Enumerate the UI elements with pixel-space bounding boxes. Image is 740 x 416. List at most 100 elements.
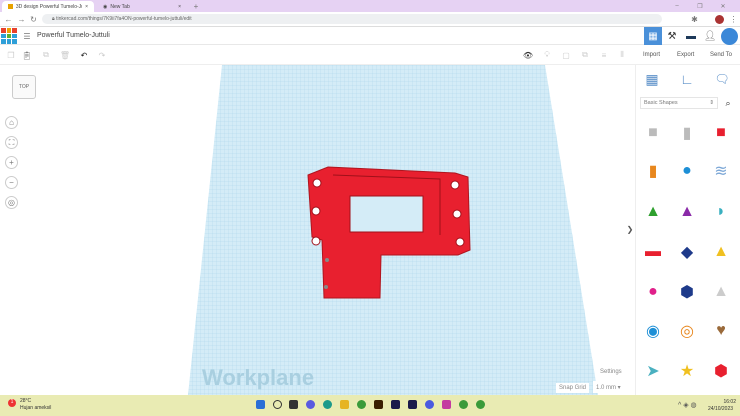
close-tab-icon[interactable]: × — [85, 4, 88, 10]
forward-icon[interactable]: → — [17, 15, 26, 24]
codeblocks-pickaxe-icon[interactable]: ⚒ — [666, 30, 678, 42]
clock-date[interactable]: 24/10/2023 — [708, 406, 733, 412]
shape-wedge-icon[interactable]: ▲ — [710, 281, 732, 303]
tab-label: 3D design Powerful Tumelo-Jutt... — [15, 3, 82, 10]
address-bar-row: ← → ↻ 🔒︎ tinkercad.com/things/7K9ii7fa4O… — [0, 12, 740, 27]
weather-temp[interactable]: 28°C — [20, 398, 31, 404]
premiere-icon[interactable] — [391, 400, 400, 409]
zoom-in-icon[interactable]: + — [5, 156, 18, 169]
tab-new-tab[interactable]: ◉ New Tab × — [97, 1, 187, 12]
search-shapes-icon[interactable]: ⌕ — [722, 97, 734, 109]
chrome-icon[interactable] — [357, 400, 366, 409]
vpn-icon[interactable] — [425, 400, 434, 409]
delete-icon[interactable]: 🗑︎ — [60, 50, 70, 60]
app-header: ☰ Powerful Tumelo-Juttuli ▦ ⚒ ▬ 👤︎ — [0, 27, 740, 45]
group-icon[interactable]: ▢ — [561, 50, 571, 60]
orthographic-icon[interactable]: ◎ — [5, 196, 18, 209]
align-icon[interactable]: ≡ — [599, 50, 609, 60]
shape-cylinder-hole-icon[interactable]: ▮ — [676, 122, 698, 144]
weather-text[interactable]: Hujan ameksil — [20, 405, 51, 411]
clock-time[interactable]: 16:02 — [712, 399, 736, 405]
user-avatar[interactable] — [721, 28, 738, 45]
tinkercad-favicon-icon — [8, 4, 13, 9]
home-view-icon[interactable]: ⌂ — [5, 116, 18, 129]
after-effects-icon[interactable] — [408, 400, 417, 409]
edge-icon[interactable] — [323, 400, 332, 409]
shape-cylinder-icon[interactable]: ▮ — [642, 160, 664, 182]
shape-fish-icon[interactable]: ➤ — [642, 360, 664, 382]
shape-roof-icon[interactable]: ▲ — [642, 201, 664, 223]
shape-sphere-icon[interactable]: ● — [676, 160, 698, 182]
shape-heart-rock-icon[interactable]: ♥ — [710, 320, 732, 342]
notes-tool-icon[interactable]: 🗨︎ — [713, 70, 731, 88]
menu-icon[interactable]: ⋮ — [729, 15, 738, 24]
export-button[interactable]: Export — [677, 52, 694, 58]
profile-avatar-icon[interactable] — [715, 15, 724, 24]
close-window-icon[interactable]: ✕ — [718, 1, 728, 11]
shape-round-roof-icon[interactable]: ◗ — [710, 201, 732, 223]
chat-icon[interactable] — [306, 400, 315, 409]
panel-collapse-chevron-icon[interactable]: ❯ — [626, 223, 634, 235]
chrome-active-icon[interactable] — [476, 400, 485, 409]
bricks-icon[interactable]: ▬ — [684, 30, 698, 42]
file-explorer-icon[interactable] — [340, 400, 349, 409]
shape-paraboloid-icon[interactable]: ● — [642, 281, 664, 303]
extensions-icon[interactable]: ✱ — [690, 15, 699, 24]
back-icon[interactable]: ← — [4, 15, 13, 24]
send-to-button[interactable]: Send To — [710, 52, 732, 58]
shape-category-select[interactable]: Basic Shapes ⇕ — [640, 97, 718, 109]
close-tab-icon[interactable]: × — [178, 4, 181, 10]
redo-icon[interactable]: ↷ — [97, 50, 107, 60]
design-list-icon[interactable]: ☰ — [22, 31, 32, 41]
ungroup-icon[interactable]: ⧉ — [580, 50, 590, 60]
3d-workspace[interactable]: TOP ⌂ ⛶ + − ◎ Workplane Settings Snap Gr… — [0, 65, 635, 395]
zoom-out-icon[interactable]: − — [5, 176, 18, 189]
shape-pyramid-icon[interactable]: ▲ — [710, 241, 732, 263]
shape-text-icon[interactable]: ▬ — [642, 241, 664, 263]
3d-view-grid-button[interactable]: ▦ — [644, 27, 662, 45]
search-icon[interactable] — [273, 400, 282, 409]
shape-scribble-icon[interactable]: ≋ — [710, 160, 732, 182]
settings-button[interactable]: Settings — [596, 367, 626, 377]
tray-chevron-icon[interactable]: ^ ◈ ◍ — [678, 401, 697, 409]
shape-tube-icon[interactable]: ◎ — [676, 320, 698, 342]
shape-polygon-icon[interactable]: ⬢ — [676, 281, 698, 303]
start-icon[interactable] — [256, 400, 265, 409]
shape-torus-icon[interactable]: ◉ — [642, 320, 664, 342]
shape-box-icon[interactable]: ■ — [710, 122, 732, 144]
ruler-tool-icon[interactable]: ∟ — [678, 70, 696, 88]
shape-cone-icon[interactable]: ▲ — [676, 201, 698, 223]
snap-grid-select[interactable]: 1.0 mm ▾ — [593, 381, 629, 393]
tinkercad-logo[interactable] — [1, 28, 17, 44]
url-text: tinkercad.com/things/7K9ii7fa4ON-powerfu… — [56, 16, 192, 22]
chrome-favicon-icon: ◉ — [103, 3, 108, 10]
url-input[interactable]: 🔒︎ tinkercad.com/things/7K9ii7fa4ON-powe… — [42, 14, 662, 24]
new-tab-plus-icon[interactable]: + — [191, 1, 201, 11]
copy-icon[interactable]: ❐ — [6, 50, 16, 60]
workplane-label: Workplane — [202, 365, 315, 390]
view-cube[interactable]: TOP — [12, 75, 36, 99]
fit-view-icon[interactable]: ⛶ — [5, 136, 18, 149]
restore-icon[interactable]: ❐ — [695, 1, 705, 11]
shape-box-hole-icon[interactable]: ■ — [642, 122, 664, 144]
import-button[interactable]: Import — [643, 52, 660, 58]
app-s-icon[interactable] — [442, 400, 451, 409]
shape-icosahedron-icon[interactable]: ⬢ — [710, 360, 732, 382]
design-title[interactable]: Powerful Tumelo-Juttuli — [37, 32, 110, 39]
duplicate-icon[interactable]: ⧉ — [41, 50, 51, 60]
chrome-profile-icon[interactable] — [459, 400, 468, 409]
undo-icon[interactable]: ↶ — [79, 50, 89, 60]
illustrator-icon[interactable] — [374, 400, 383, 409]
shape-half-sphere-icon[interactable]: ◆ — [676, 241, 698, 263]
minimize-icon[interactable]: – — [672, 1, 682, 11]
task-view-icon[interactable] — [289, 400, 298, 409]
mirror-icon[interactable]: ⫴ — [617, 50, 627, 60]
show-all-eye-icon[interactable]: 👁︎ — [523, 50, 533, 60]
note-bulb-icon[interactable]: 💡︎ — [542, 50, 552, 60]
user-settings-icon[interactable]: 👤︎ — [704, 30, 717, 42]
shape-star-icon[interactable]: ★ — [676, 360, 698, 382]
workplane-tool-icon[interactable]: ▦ — [643, 70, 661, 88]
reload-icon[interactable]: ↻ — [29, 15, 38, 24]
paste-icon[interactable]: 📋︎ — [22, 50, 32, 60]
tab-tinkercad[interactable]: 3D design Powerful Tumelo-Jutt... × — [2, 1, 94, 12]
